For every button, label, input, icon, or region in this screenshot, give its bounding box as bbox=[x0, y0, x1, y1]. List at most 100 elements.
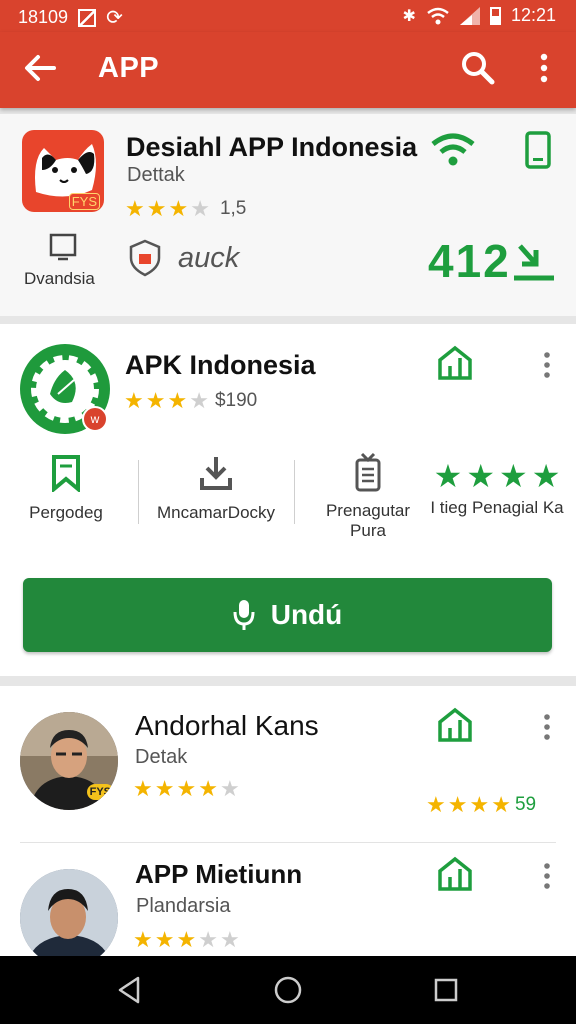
page-title: APP bbox=[98, 52, 160, 84]
metric-label: Prenagutar Pura bbox=[325, 501, 411, 540]
person-photo bbox=[20, 869, 118, 956]
divider bbox=[138, 460, 139, 524]
list-item[interactable]: APP Mietiunn Plandarsia ★ ★ ★ ★ ★ bbox=[0, 843, 576, 956]
screen-icon bbox=[49, 233, 77, 261]
logo-badge: FYS bbox=[68, 193, 100, 210]
star: ★ bbox=[198, 776, 218, 801]
star: ★ bbox=[146, 196, 167, 221]
star: ★ bbox=[168, 196, 189, 221]
star: ★ bbox=[125, 196, 145, 221]
people-list: FYS Andorhal Kans Detak ★ ★ ★ ★ ★ ★ ★ ★ ★ 59 AP… bbox=[0, 686, 576, 956]
status-clock: 12:21 bbox=[510, 5, 556, 25]
featured-app-name[interactable]: Desiahl APP Indonesia bbox=[126, 132, 417, 163]
wifi-icon bbox=[427, 7, 449, 24]
metric-label: I tieg Penagial Ka bbox=[430, 498, 564, 517]
star: ★ bbox=[491, 792, 511, 817]
more-vert-icon[interactable] bbox=[530, 48, 558, 88]
star: ★ bbox=[219, 927, 240, 952]
app-logo: FYS bbox=[22, 130, 104, 212]
star: ★ bbox=[469, 792, 490, 817]
back-arrow-icon[interactable] bbox=[20, 48, 60, 88]
featured-app-card[interactable]: FYS Desiahl APP Indonesia Dettak ★ ★ ★ ★ 1,… bbox=[0, 114, 576, 316]
star: ★ bbox=[426, 792, 446, 817]
metric-1[interactable]: MncamarDocky bbox=[143, 454, 289, 523]
metric-2[interactable]: Prenagutar Pura bbox=[316, 452, 420, 541]
apk-rating-stars: ★ ★ ★ ★ $190 bbox=[124, 390, 257, 412]
battery-icon bbox=[489, 6, 501, 25]
mic-icon bbox=[233, 600, 255, 630]
star: ★ bbox=[133, 776, 153, 801]
person-subtitle: Plandarsia bbox=[136, 895, 231, 917]
house-icon[interactable] bbox=[436, 344, 474, 382]
download-arrow-icon bbox=[514, 244, 554, 281]
person-name[interactable]: APP Mietiunn bbox=[135, 859, 302, 890]
status-bar: 18109 ⟳ ✱ 12:21 bbox=[0, 0, 576, 32]
download-icon bbox=[200, 457, 232, 490]
metric-label: MncamarDocky bbox=[156, 503, 276, 522]
app-logo: w bbox=[20, 344, 110, 434]
system-nav-bar bbox=[0, 956, 576, 1024]
apk-app-card[interactable]: w APK Indonesia ★ ★ ★ ★ $190 Pergodeg Mncam… bbox=[0, 324, 576, 676]
signal-icon bbox=[459, 6, 480, 25]
star: ★ bbox=[176, 927, 197, 952]
star: ★ bbox=[531, 458, 561, 494]
app-bar: APP bbox=[0, 32, 576, 108]
sync-icon: ⟳ bbox=[106, 7, 123, 29]
avatar-badge: FYS bbox=[86, 784, 114, 800]
person-rating-stars: ★ ★ ★ ★ ★ bbox=[133, 778, 240, 800]
status-time: 18109 bbox=[18, 7, 69, 27]
metric-0[interactable]: Pergodeg bbox=[16, 454, 116, 523]
bluetooth-icon: ✱ bbox=[402, 7, 416, 25]
person-right-rating: ★ ★ ★ ★ 59 bbox=[426, 794, 536, 816]
phone-icon[interactable] bbox=[524, 130, 552, 170]
nav-home-icon[interactable] bbox=[272, 974, 304, 1006]
star: ★ bbox=[176, 776, 197, 801]
divider bbox=[294, 460, 295, 524]
star: ★ bbox=[466, 458, 495, 494]
install-label: Undú bbox=[270, 599, 343, 630]
star: ★ bbox=[447, 792, 468, 817]
list-item[interactable]: FYS Andorhal Kans Detak ★ ★ ★ ★ ★ ★ ★ ★ ★ 59 bbox=[0, 686, 576, 842]
star: ★ bbox=[133, 927, 153, 952]
featured-tag: auck bbox=[178, 242, 240, 274]
nav-recents-icon[interactable] bbox=[430, 974, 462, 1006]
tv-icon bbox=[355, 452, 381, 492]
person-right-value: 59 bbox=[514, 794, 537, 815]
featured-side-label: Dvandsia bbox=[24, 269, 95, 288]
overflow-icon[interactable] bbox=[538, 863, 556, 889]
featured-rating-stars: ★ ★ ★ ★ 1,5 bbox=[125, 198, 246, 220]
star: ★ bbox=[198, 927, 218, 952]
star: ★ bbox=[167, 388, 188, 413]
featured-count: 412 bbox=[428, 235, 511, 287]
star: ★ bbox=[154, 776, 175, 801]
person-name[interactable]: Andorhal Kans bbox=[135, 710, 319, 742]
star: ★ bbox=[145, 388, 166, 413]
install-button[interactable]: Undú bbox=[23, 578, 552, 652]
overflow-icon[interactable] bbox=[538, 352, 556, 378]
logo-badge-icon: w bbox=[82, 406, 108, 432]
house-icon[interactable] bbox=[436, 855, 474, 893]
star: ★ bbox=[190, 196, 210, 221]
apk-app-name[interactable]: APK Indonesia bbox=[125, 350, 316, 381]
metric-3[interactable]: ★ ★ ★ ★ I tieg Penagial Ka bbox=[424, 460, 570, 518]
search-icon[interactable] bbox=[458, 48, 498, 88]
house-icon[interactable] bbox=[436, 706, 474, 744]
person-subtitle: Detak bbox=[135, 746, 188, 768]
metric-stars: ★ ★ ★ ★ bbox=[424, 460, 570, 492]
metric-label: Pergodeg bbox=[29, 503, 103, 522]
nav-back-icon[interactable] bbox=[114, 974, 146, 1006]
shield-icon bbox=[129, 239, 161, 277]
screenshot-icon bbox=[78, 8, 97, 27]
star: ★ bbox=[499, 458, 528, 494]
overflow-icon[interactable] bbox=[538, 714, 556, 740]
star: ★ bbox=[124, 388, 144, 413]
star: ★ bbox=[154, 927, 175, 952]
star: ★ bbox=[433, 458, 463, 494]
bookmark-icon bbox=[52, 455, 80, 494]
featured-rating-value: 1,5 bbox=[219, 198, 247, 219]
wifi-icon bbox=[431, 133, 475, 166]
avatar: FYS bbox=[20, 712, 118, 810]
star: ★ bbox=[189, 388, 209, 413]
avatar bbox=[20, 869, 118, 956]
featured-app-subtitle: Dettak bbox=[127, 164, 185, 186]
